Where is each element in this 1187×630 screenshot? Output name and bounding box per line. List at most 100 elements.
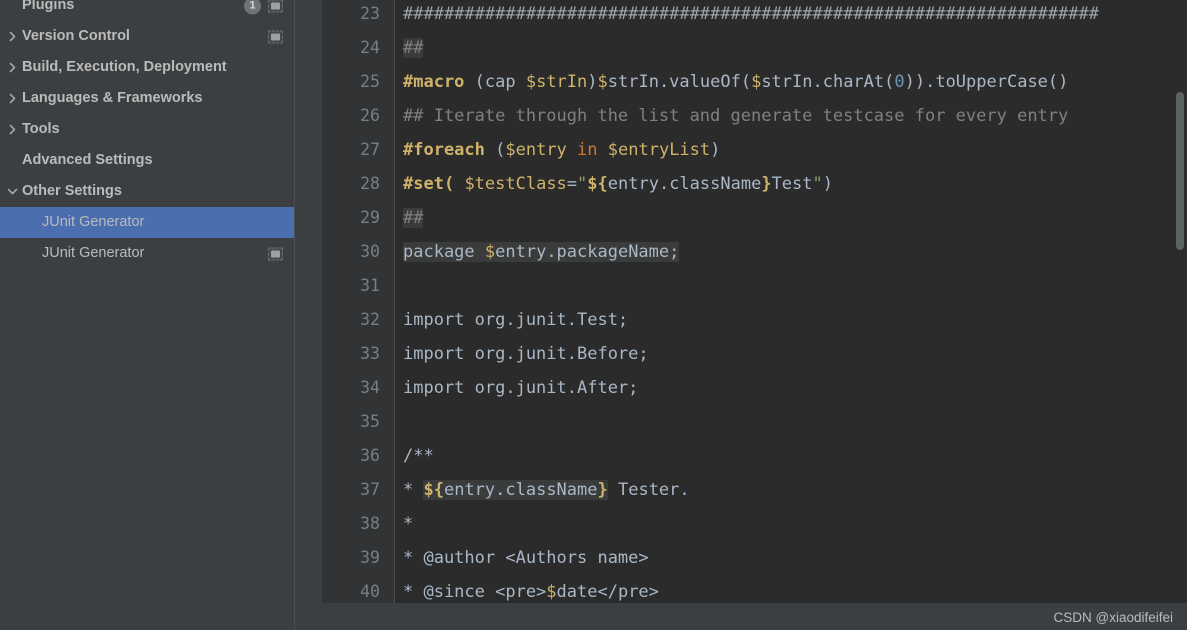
settings-window: Plugins 1 Version Control Build, Execution,… bbox=[0, 0, 1187, 630]
sidebar-item-tools[interactable]: Tools bbox=[0, 114, 294, 145]
code-token: ${ bbox=[587, 174, 608, 194]
chevron-right-icon[interactable] bbox=[4, 83, 20, 114]
gutter-line-number: 27 bbox=[360, 140, 380, 159]
code-token: * bbox=[403, 480, 424, 500]
code-token: Test bbox=[771, 174, 813, 194]
watermark-text: CSDN @xiaodifeifei bbox=[1053, 610, 1174, 625]
project-scope-icon bbox=[268, 30, 283, 43]
sidebar-item-label: Version Control bbox=[22, 28, 130, 44]
gutter-line-number: 24 bbox=[360, 38, 380, 57]
editor-code-area[interactable]: ########################################… bbox=[395, 0, 1187, 603]
code-token: package bbox=[403, 242, 485, 262]
sidebar-item-junit-generator[interactable]: JUnit Generator bbox=[0, 207, 294, 238]
code-token: " bbox=[812, 174, 823, 194]
project-scope-icon bbox=[268, 0, 283, 12]
code-token: strIn.valueOf( bbox=[607, 72, 752, 92]
code-token: $entryList bbox=[607, 140, 711, 160]
gutter-line-number: 34 bbox=[360, 378, 380, 397]
code-token: entry.className bbox=[607, 174, 762, 194]
code-token: } bbox=[761, 174, 772, 194]
settings-tree-sidebar[interactable]: Plugins 1 Version Control Build, Execution,… bbox=[0, 0, 295, 630]
code-token: 0 bbox=[894, 72, 905, 92]
code-line[interactable]: ## Iterate through the list and generate… bbox=[403, 99, 1068, 133]
code-line[interactable]: package $entry.packageName; bbox=[403, 235, 680, 269]
chevron-right-icon[interactable] bbox=[4, 21, 20, 52]
code-token: #set( bbox=[403, 174, 455, 194]
chevron-down-icon[interactable] bbox=[4, 176, 20, 207]
gutter-line-number: 29 bbox=[360, 208, 380, 227]
code-line[interactable]: ## bbox=[403, 31, 424, 65]
vertical-scrollbar-thumb[interactable] bbox=[1176, 92, 1184, 250]
code-token: $entry bbox=[505, 140, 567, 160]
gutter-line-number: 23 bbox=[360, 4, 380, 23]
code-token: entry.packageName; bbox=[495, 242, 680, 262]
code-token: ## bbox=[403, 38, 424, 58]
code-token: $strIn bbox=[525, 72, 588, 92]
code-line[interactable]: /** bbox=[403, 439, 434, 473]
template-editor[interactable]: 23 24 25 26 27 28 29 30 31 32 33 34 35 36 37 38 39 40 ###… bbox=[322, 0, 1187, 603]
gutter-line-number: 31 bbox=[360, 276, 380, 295]
sidebar-item-label: JUnit Generator bbox=[42, 245, 145, 261]
gutter-line-number: 40 bbox=[360, 582, 380, 601]
code-token: import org.junit.After; bbox=[403, 378, 639, 398]
code-token: import org.junit.Test; bbox=[403, 310, 629, 330]
code-line[interactable]: #macro (cap $strIn)$strIn.valueOf($strIn… bbox=[403, 65, 1068, 99]
vertical-scrollbar-track[interactable] bbox=[1173, 0, 1187, 603]
code-token: = bbox=[566, 174, 578, 194]
code-line[interactable]: * bbox=[403, 507, 413, 541]
chevron-right-icon[interactable] bbox=[4, 52, 20, 83]
code-token: $testClass bbox=[464, 174, 567, 194]
sidebar-item-label: JUnit Generator bbox=[42, 214, 145, 230]
project-scope-icon bbox=[268, 247, 283, 260]
code-token: $ bbox=[751, 72, 762, 92]
gutter-line-number: 30 bbox=[360, 242, 380, 261]
gutter-line-number: 28 bbox=[360, 174, 380, 193]
code-token: ( bbox=[484, 140, 506, 160]
code-token: ) bbox=[710, 140, 721, 160]
sidebar-item-other-settings[interactable]: Other Settings bbox=[0, 176, 294, 207]
sidebar-item-label: Plugins bbox=[22, 0, 75, 13]
code-token: * @author <Authors name> bbox=[403, 548, 649, 568]
code-token: $ bbox=[484, 242, 496, 262]
code-token: strIn.charAt( bbox=[761, 72, 895, 92]
sidebar-item-languages-frameworks[interactable]: Languages & Frameworks bbox=[0, 83, 294, 114]
sidebar-item-version-control[interactable]: Version Control bbox=[0, 21, 294, 52]
code-token: /** bbox=[403, 446, 434, 466]
code-token: (cap bbox=[464, 72, 526, 92]
code-line[interactable]: import org.junit.Before; bbox=[403, 337, 649, 371]
sidebar-item-build-execution-deployment[interactable]: Build, Execution, Deployment bbox=[0, 52, 294, 83]
code-token: ########################################… bbox=[403, 4, 1099, 24]
code-line[interactable]: * ${entry.className} Tester. bbox=[403, 473, 690, 507]
sidebar-item-junit-generator-project[interactable]: JUnit Generator bbox=[0, 238, 294, 269]
sidebar-item-label: Languages & Frameworks bbox=[22, 90, 203, 106]
code-token: #macro bbox=[403, 72, 465, 92]
code-line[interactable]: #foreach ($entry in $entryList) bbox=[403, 133, 720, 167]
gutter-line-number: 38 bbox=[360, 514, 380, 533]
sidebar-item-label: Other Settings bbox=[22, 183, 122, 199]
gutter-line-number: 37 bbox=[360, 480, 380, 499]
code-line[interactable]: ########################################… bbox=[403, 0, 1099, 31]
code-line[interactable]: import org.junit.After; bbox=[403, 371, 638, 405]
code-token: Tester. bbox=[607, 480, 690, 500]
code-line[interactable]: * @author <Authors name> bbox=[403, 541, 649, 575]
code-token: ${ bbox=[423, 480, 444, 500]
code-line[interactable]: import org.junit.Test; bbox=[403, 303, 628, 337]
code-line[interactable]: #set( $testClass="${entry.className}Test… bbox=[403, 167, 833, 201]
code-token: " bbox=[577, 174, 588, 194]
code-token: * bbox=[403, 514, 414, 534]
gutter-line-number: 36 bbox=[360, 446, 380, 465]
sidebar-item-advanced-settings[interactable]: Advanced Settings bbox=[0, 145, 294, 176]
sidebar-item-plugins[interactable]: Plugins 1 bbox=[0, 0, 294, 21]
code-token: ## Iterate through the list and generate… bbox=[403, 106, 1069, 126]
code-line[interactable]: ## bbox=[403, 201, 424, 235]
code-token: in bbox=[577, 140, 598, 160]
gutter-line-number: 39 bbox=[360, 548, 380, 567]
chevron-right-icon[interactable] bbox=[4, 114, 20, 145]
editor-gutter[interactable]: 23 24 25 26 27 28 29 30 31 32 33 34 35 36 37 38 39 40 bbox=[322, 0, 394, 603]
gutter-line-number: 33 bbox=[360, 344, 380, 363]
horizontal-scrollbar-track[interactable] bbox=[396, 594, 1176, 603]
sidebar-item-label: Tools bbox=[22, 121, 60, 137]
